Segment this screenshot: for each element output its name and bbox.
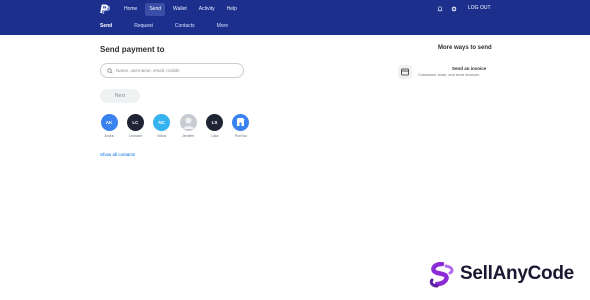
watermark-logo-icon — [429, 261, 454, 288]
nav-send[interactable]: Send — [145, 3, 166, 16]
avatar: AK — [100, 114, 118, 131]
nav-wallet[interactable]: Wallet — [169, 3, 191, 16]
logout-link[interactable]: LOG OUT — [468, 5, 491, 11]
contact-name: Andra — [104, 134, 114, 138]
contact-name: Luka — [210, 134, 219, 138]
search-field[interactable] — [100, 63, 244, 78]
invoice-icon[interactable] — [398, 65, 412, 79]
contact-item[interactable]: NC Nikos — [153, 114, 171, 138]
contact-name: Nikos — [157, 134, 167, 138]
contact-name: Jennifer — [181, 134, 195, 138]
tab-request[interactable]: Request — [134, 20, 153, 35]
paypal-logo[interactable]: P P — [100, 3, 112, 16]
tab-contacts[interactable]: Contacts — [175, 20, 195, 35]
page-title: Send payment to — [100, 45, 165, 54]
store-icon — [236, 118, 245, 126]
contact-name: PunYou — [234, 134, 248, 138]
tab-more[interactable]: More — [217, 20, 228, 35]
next-button[interactable]: Next — [100, 89, 140, 103]
watermark-text: SellAnyCode — [460, 263, 574, 284]
nav-help[interactable]: Help — [223, 3, 241, 16]
contact-item[interactable]: Jennifer — [179, 114, 197, 138]
contact-item[interactable]: LS Luka — [206, 114, 224, 138]
main-nav: Home Send Wallet Activity Help — [120, 3, 241, 16]
bell-icon[interactable] — [437, 6, 443, 12]
gear-icon[interactable] — [451, 6, 457, 12]
avatar-photo — [179, 114, 197, 131]
more-ways-title: More ways to send — [438, 45, 492, 51]
avatar: NC — [153, 114, 171, 131]
nav-home[interactable]: Home — [120, 3, 141, 16]
avatar-store — [232, 114, 250, 131]
search-icon — [107, 68, 113, 74]
top-navigation-bar: P P Home Send Wallet Activity Help Send … — [0, 0, 590, 37]
show-all-contacts-link[interactable]: Show all contacts — [100, 152, 135, 157]
tab-send[interactable]: Send — [95, 20, 117, 37]
send-invoice-title[interactable]: Send an invoice — [452, 66, 486, 71]
contacts-list: AK Andra LC Leonard NC Nikos Jennifer LS… — [100, 114, 258, 138]
avatar: LC — [126, 114, 144, 131]
avatar: LS — [206, 114, 224, 131]
nav-activity[interactable]: Activity — [195, 3, 219, 16]
sub-nav: Send Request Contacts More — [95, 20, 250, 37]
contact-item[interactable]: LC Leonard — [126, 114, 144, 138]
send-invoice-description: Customize, track, and send invoices. — [418, 73, 480, 77]
contact-item[interactable]: PunYou — [232, 114, 250, 138]
contact-name: Leonard — [128, 134, 142, 138]
user-photo-icon — [182, 117, 194, 129]
contact-item[interactable]: AK Andra — [100, 114, 118, 138]
watermark: SellAnyCode — [428, 261, 578, 290]
search-input[interactable] — [116, 65, 236, 76]
